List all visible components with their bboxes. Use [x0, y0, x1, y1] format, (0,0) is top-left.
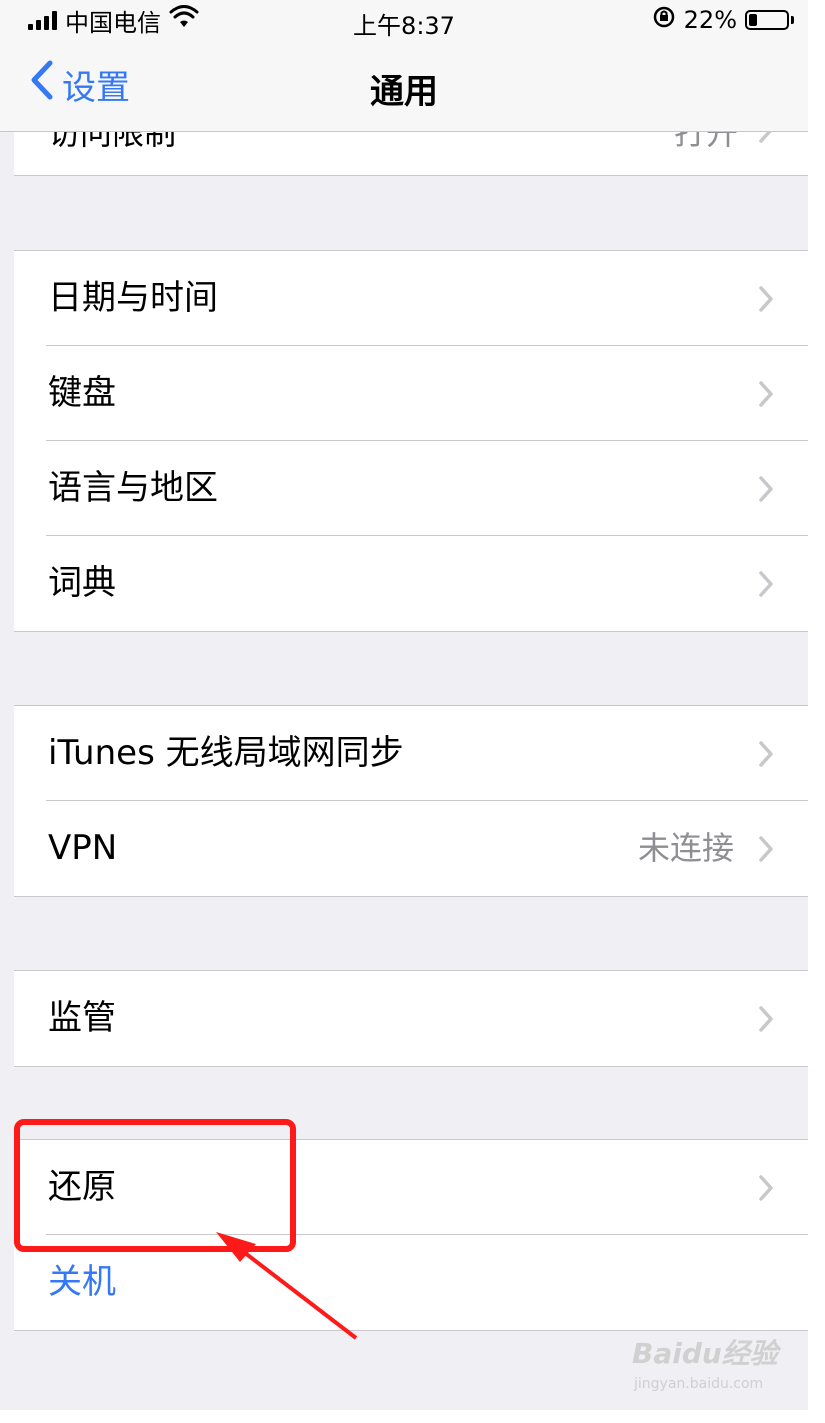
watermark-logo: Baidu经验 jingyan.baidu.com — [632, 1332, 782, 1404]
settings-screen: 中国电信 上午8:37 22% 设置 通用 访问限制 打开 日期与时间 键盘 语… — [0, 0, 808, 1410]
watermark-sub: jingyan.baidu.com — [634, 1376, 764, 1392]
watermark-main: Baidu经验 — [632, 1337, 778, 1370]
highlight-arrow-icon — [216, 1232, 358, 1340]
